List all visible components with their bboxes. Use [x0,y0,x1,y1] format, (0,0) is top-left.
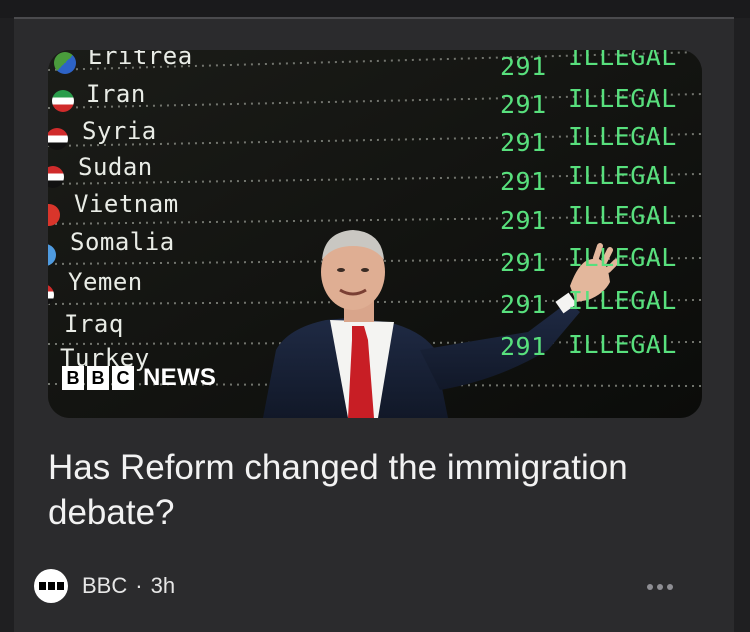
board-status: ILLEGAL [568,243,677,272]
board-number: 291 [500,290,547,319]
story-age: 3h [150,573,176,598]
board-number: 291 [500,128,547,157]
board-number: 291 [500,52,547,81]
news-card[interactable]: Eritrea Iran Syria Sudan Vietnam Somalia… [14,19,734,632]
board-status: ILLEGAL [568,201,677,230]
logo-letter: B [87,366,109,390]
board-country: Vietnam [74,190,179,218]
board-number: 291 [500,206,547,235]
bbc-logo-icon[interactable] [34,569,68,603]
board-country: Sudan [78,153,153,181]
story-headline[interactable]: Has Reform changed the immigration debat… [48,445,708,535]
board-status: ILLEGAL [568,50,677,71]
board-country: Syria [82,117,157,145]
board-number: 291 [500,248,547,277]
logo-letter: C [112,366,134,390]
board-status: ILLEGAL [568,286,677,315]
bbc-news-logo: B B C NEWS [62,364,216,392]
board-country: Iraq [64,310,124,338]
news-image[interactable]: Eritrea Iran Syria Sudan Vietnam Somalia… [48,50,702,418]
board-status: ILLEGAL [568,122,677,151]
board-country: Yemen [68,268,143,296]
eritrea-flag-icon [54,52,76,74]
board-number: 291 [500,332,547,361]
board-number: 291 [500,167,547,196]
board-country: Eritrea [88,50,193,70]
source-name[interactable]: BBC [82,573,127,599]
feed-page: Eritrea Iran Syria Sudan Vietnam Somalia… [0,0,750,632]
meta-separator: · [135,573,143,598]
board-status: ILLEGAL [568,84,677,113]
logo-word: NEWS [143,364,217,391]
board-status: ILLEGAL [568,330,677,359]
iran-flag-icon [52,90,74,112]
logo-letter: B [62,366,84,390]
board-country: Somalia [70,228,175,256]
board-number: 291 [500,90,547,119]
story-meta: BBC · 3h [34,566,175,606]
ellipsis-icon[interactable] [640,575,680,599]
board-status: ILLEGAL [568,161,677,190]
board-country: Iran [86,80,146,108]
previous-card-edge [0,0,750,18]
